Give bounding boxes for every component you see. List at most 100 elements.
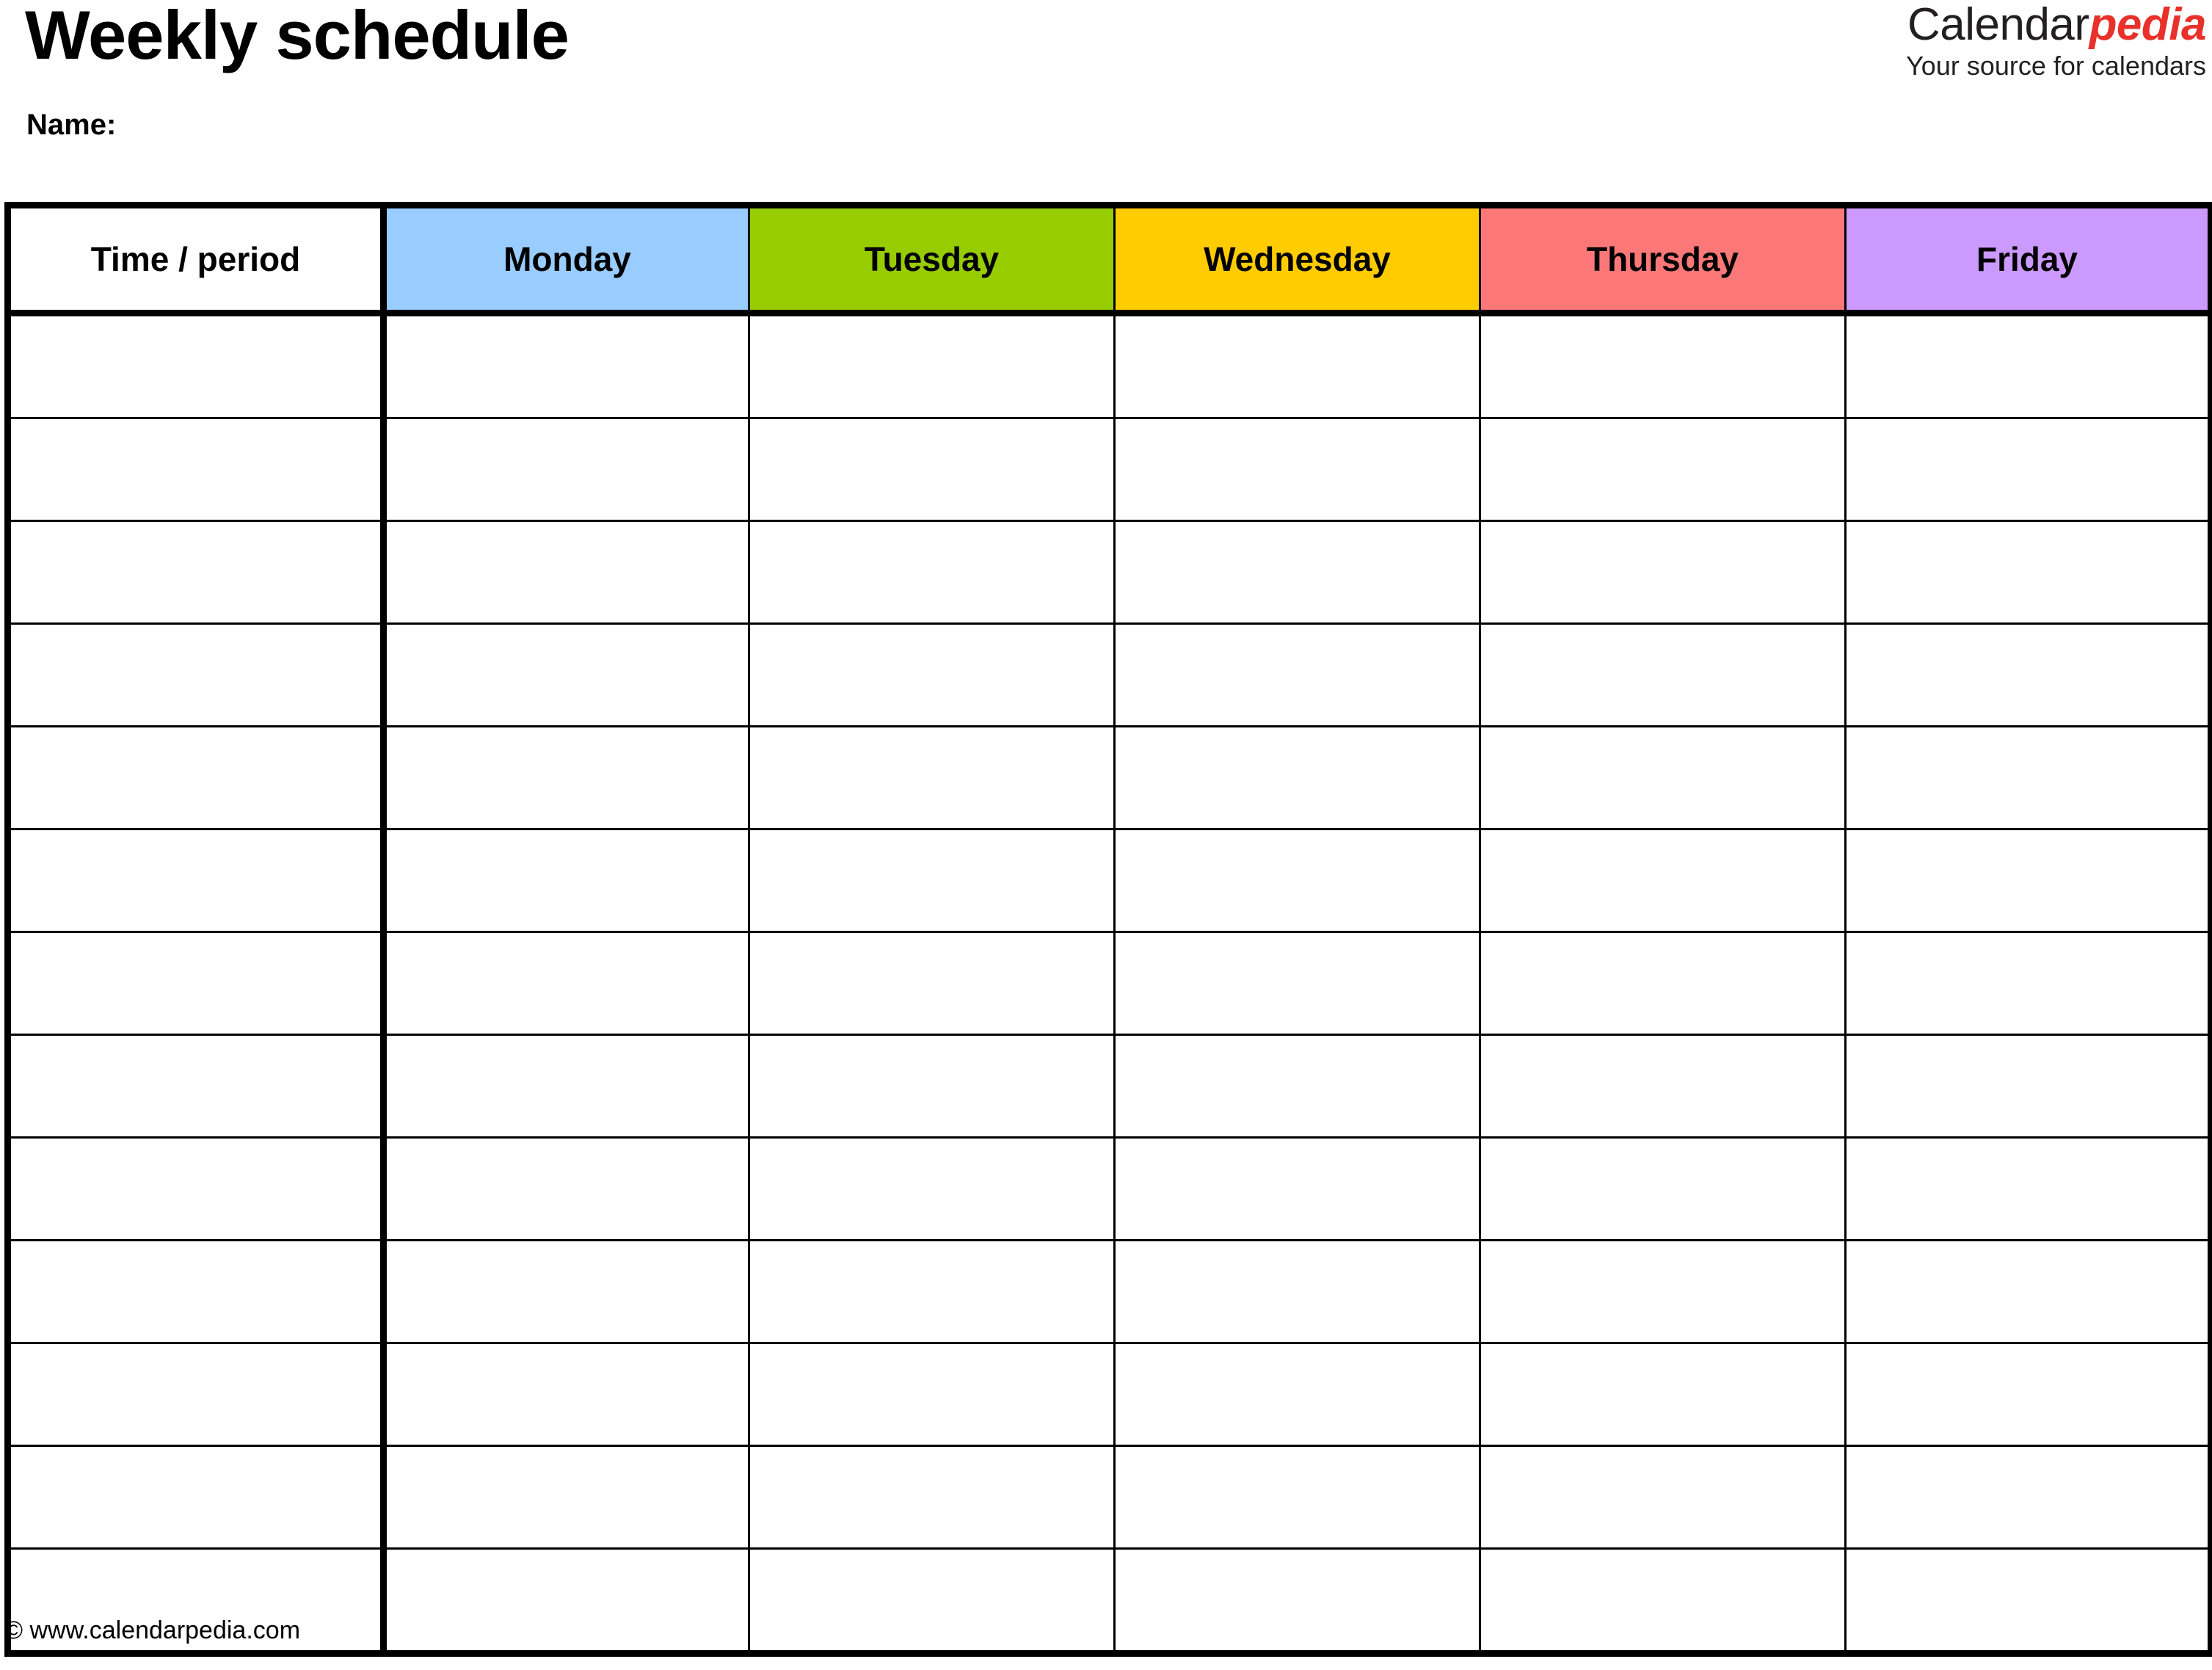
- schedule-cell-friday[interactable]: [1844, 1342, 2212, 1447]
- schedule-cell-monday[interactable]: [382, 1239, 750, 1344]
- schedule-cell-tuesday[interactable]: [748, 1445, 1116, 1550]
- schedule-cell-friday[interactable]: [1844, 520, 2212, 625]
- schedule-cell-thursday[interactable]: [1479, 1547, 1847, 1655]
- schedule-cell-thursday[interactable]: [1479, 725, 1847, 830]
- time-period-cell[interactable]: [7, 1034, 387, 1139]
- time-period-cell[interactable]: [7, 312, 387, 419]
- schedule-cell-wednesday[interactable]: [1113, 725, 1481, 830]
- schedule-row: [7, 725, 2212, 830]
- time-period-cell[interactable]: [7, 828, 387, 933]
- schedule-cell-monday[interactable]: [382, 1547, 750, 1655]
- schedule-cell-friday[interactable]: [1844, 1547, 2212, 1655]
- schedule-cell-wednesday[interactable]: [1113, 1136, 1481, 1241]
- schedule-cell-monday[interactable]: [382, 622, 750, 727]
- time-period-cell[interactable]: [7, 1239, 387, 1344]
- schedule-row: [7, 1239, 2212, 1344]
- time-period-cell[interactable]: [7, 520, 387, 625]
- schedule-cell-tuesday[interactable]: [748, 725, 1116, 830]
- schedule-cell-thursday[interactable]: [1479, 1239, 1847, 1344]
- time-period-cell[interactable]: [7, 417, 387, 522]
- schedule-cell-thursday[interactable]: [1479, 828, 1847, 933]
- schedule-cell-tuesday[interactable]: [748, 417, 1116, 522]
- time-period-cell[interactable]: [7, 622, 387, 727]
- schedule-cell-wednesday[interactable]: [1113, 1445, 1481, 1550]
- brand-wordmark: Calendarpedia: [1906, 0, 2207, 50]
- schedule-cell-tuesday[interactable]: [748, 520, 1116, 625]
- schedule-cell-thursday[interactable]: [1479, 931, 1847, 1036]
- schedule-cell-tuesday[interactable]: [748, 1034, 1116, 1139]
- schedule-cell-wednesday[interactable]: [1113, 1034, 1481, 1139]
- schedule-cell-monday[interactable]: [382, 828, 750, 933]
- schedule-cell-wednesday[interactable]: [1113, 1547, 1481, 1655]
- time-period-cell[interactable]: [7, 1445, 387, 1550]
- column-header-tuesday: Tuesday: [748, 205, 1116, 316]
- schedule-row: [7, 520, 2212, 625]
- schedule-cell-monday[interactable]: [382, 1445, 750, 1550]
- schedule-cell-friday[interactable]: [1844, 725, 2212, 830]
- schedule-cell-tuesday[interactable]: [748, 1136, 1116, 1241]
- schedule-cell-wednesday[interactable]: [1113, 417, 1481, 522]
- schedule-cell-friday[interactable]: [1844, 622, 2212, 727]
- schedule-cell-tuesday[interactable]: [748, 1547, 1116, 1655]
- schedule-cell-thursday[interactable]: [1479, 312, 1847, 419]
- schedule-row: [7, 1445, 2212, 1550]
- time-period-cell[interactable]: [7, 931, 387, 1036]
- schedule-cell-friday[interactable]: [1844, 1239, 2212, 1344]
- schedule-cell-tuesday[interactable]: [748, 1239, 1116, 1344]
- weekly-schedule-table: Time / period Monday Tuesday Wednesday T…: [4, 202, 2212, 1657]
- schedule-cell-friday[interactable]: [1844, 931, 2212, 1036]
- schedule-cell-tuesday[interactable]: [748, 1342, 1116, 1447]
- schedule-cell-monday[interactable]: [382, 1136, 750, 1241]
- schedule-cell-monday[interactable]: [382, 725, 750, 830]
- schedule-cell-wednesday[interactable]: [1113, 828, 1481, 933]
- schedule-table-head: Time / period Monday Tuesday Wednesday T…: [7, 205, 2212, 316]
- schedule-row: [7, 1136, 2212, 1241]
- schedule-cell-wednesday[interactable]: [1113, 312, 1481, 419]
- schedule-row: [7, 622, 2212, 727]
- brand-word-pedia: pedia: [2089, 0, 2207, 50]
- schedule-cell-monday[interactable]: [382, 931, 750, 1036]
- column-header-time-period: Time / period: [7, 205, 387, 316]
- schedule-cell-wednesday[interactable]: [1113, 622, 1481, 727]
- time-period-cell[interactable]: [7, 725, 387, 830]
- calendarpedia-logo: Calendarpedia Your source for calendars: [1906, 1, 2206, 80]
- schedule-cell-thursday[interactable]: [1479, 622, 1847, 727]
- schedule-row: [7, 312, 2212, 419]
- page-header: Weekly schedule Name: Calendarpedia Your…: [0, 0, 2212, 202]
- schedule-cell-tuesday[interactable]: [748, 312, 1116, 419]
- schedule-row: [7, 1034, 2212, 1139]
- schedule-cell-friday[interactable]: [1844, 1445, 2212, 1550]
- schedule-table-container: Time / period Monday Tuesday Wednesday T…: [4, 202, 2212, 1657]
- schedule-cell-thursday[interactable]: [1479, 1445, 1847, 1550]
- schedule-cell-wednesday[interactable]: [1113, 931, 1481, 1036]
- schedule-cell-thursday[interactable]: [1479, 1136, 1847, 1241]
- schedule-cell-wednesday[interactable]: [1113, 1239, 1481, 1344]
- schedule-cell-wednesday[interactable]: [1113, 520, 1481, 625]
- schedule-cell-monday[interactable]: [382, 1034, 750, 1139]
- schedule-cell-friday[interactable]: [1844, 1034, 2212, 1139]
- schedule-cell-tuesday[interactable]: [748, 828, 1116, 933]
- schedule-cell-monday[interactable]: [382, 312, 750, 419]
- schedule-cell-monday[interactable]: [382, 1342, 750, 1447]
- schedule-table-body: [7, 312, 2212, 1655]
- schedule-cell-thursday[interactable]: [1479, 1034, 1847, 1139]
- schedule-cell-thursday[interactable]: [1479, 1342, 1847, 1447]
- schedule-cell-monday[interactable]: [382, 417, 750, 522]
- schedule-cell-friday[interactable]: [1844, 828, 2212, 933]
- schedule-cell-wednesday[interactable]: [1113, 1342, 1481, 1447]
- time-period-cell[interactable]: [7, 1342, 387, 1447]
- schedule-cell-thursday[interactable]: [1479, 520, 1847, 625]
- weekly-schedule-page: Weekly schedule Name: Calendarpedia Your…: [0, 0, 2212, 1670]
- name-field-label: Name:: [26, 109, 117, 141]
- schedule-cell-monday[interactable]: [382, 520, 750, 625]
- schedule-cell-friday[interactable]: [1844, 1136, 2212, 1241]
- schedule-cell-friday[interactable]: [1844, 312, 2212, 419]
- time-period-cell[interactable]: [7, 1136, 387, 1241]
- column-header-friday: Friday: [1844, 205, 2212, 316]
- schedule-cell-tuesday[interactable]: [748, 931, 1116, 1036]
- page-title: Weekly schedule: [25, 0, 570, 73]
- schedule-cell-thursday[interactable]: [1479, 417, 1847, 522]
- column-header-thursday: Thursday: [1479, 205, 1847, 316]
- schedule-cell-tuesday[interactable]: [748, 622, 1116, 727]
- schedule-cell-friday[interactable]: [1844, 417, 2212, 522]
